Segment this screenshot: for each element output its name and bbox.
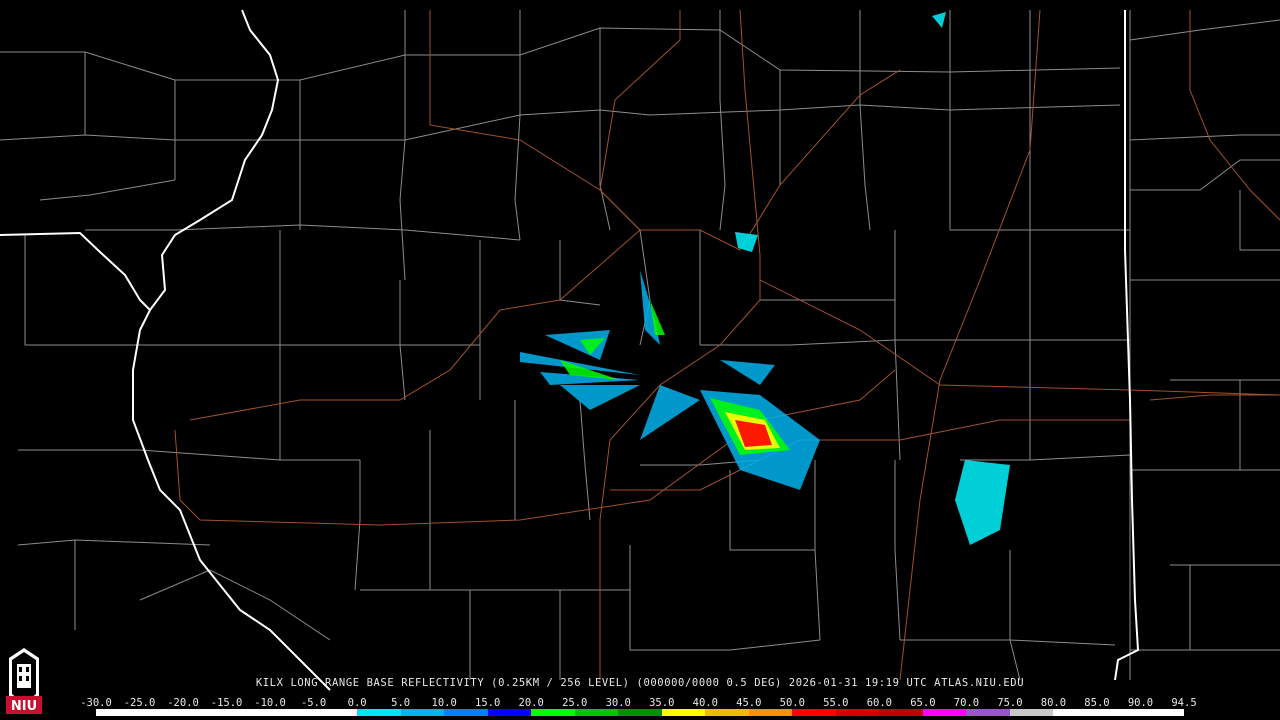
scale-label: 45.0	[736, 697, 762, 709]
reflectivity-colorbar	[96, 709, 1184, 716]
colorbar-segment	[487, 709, 532, 716]
colorbar-segment	[313, 709, 358, 716]
scale-label: 30.0	[605, 697, 631, 709]
niu-logo: NIU	[6, 648, 42, 714]
svg-text:NIU: NIU	[11, 699, 37, 714]
colorbar-segment	[357, 709, 401, 716]
colorbar-segment	[96, 709, 140, 716]
colorbar-segment	[270, 709, 314, 716]
colorbar-segment	[574, 709, 619, 716]
colorbar-segment	[922, 709, 967, 716]
scale-label: 15.0	[475, 697, 501, 709]
product-caption: KILX LONG RANGE BASE REFLECTIVITY (0.25K…	[255, 677, 1025, 689]
colorbar-segment	[1096, 709, 1141, 716]
scale-label: 80.0	[1040, 697, 1067, 709]
scale-label: 20.0	[518, 697, 544, 709]
colorbar-segment	[531, 709, 575, 716]
colorbar-segment	[618, 709, 662, 716]
scale-label: -10.0	[254, 697, 286, 709]
colorbar-segment	[661, 709, 706, 716]
scale-label: 50.0	[779, 697, 805, 709]
colorbar-segment	[139, 709, 184, 716]
colorbar-segment	[1009, 709, 1054, 716]
colorbar-segment	[966, 709, 1010, 716]
scale-label: 0.0	[347, 697, 367, 709]
scale-label: -15.0	[210, 697, 243, 709]
radar-echoes	[520, 12, 1010, 545]
colorbar-segment	[183, 709, 227, 716]
scale-label: 35.0	[649, 697, 675, 709]
scale-label: 10.0	[431, 697, 457, 709]
reflectivity-scale-labels: -30.0 -25.0 -20.0 -15.0 -10.0 -5.0 0.0 5.0 10.0 1…	[80, 697, 1197, 709]
scale-label: 25.0	[562, 697, 588, 709]
colorbar-segment	[879, 709, 923, 716]
scale-label: 85.0	[1084, 697, 1110, 709]
colorbar-segment	[400, 709, 445, 716]
county-boundaries	[0, 10, 1280, 681]
colorbar-segment	[1053, 709, 1097, 716]
scale-label: 90.0	[1127, 697, 1154, 709]
scale-label: -30.0	[80, 697, 112, 709]
scale-label: 94.5	[1171, 697, 1197, 709]
scale-label: 75.0	[997, 697, 1023, 709]
scale-label: -5.0	[300, 697, 327, 709]
colorbar-segment	[835, 709, 880, 716]
scale-label: -20.0	[167, 697, 199, 709]
colorbar-segment	[705, 709, 749, 716]
scale-label: -25.0	[123, 697, 156, 709]
scale-label: 65.0	[910, 697, 936, 709]
scale-label: 5.0	[391, 697, 411, 709]
colorbar-segment	[748, 709, 793, 716]
scale-label: 60.0	[866, 697, 893, 709]
scale-label: 70.0	[953, 697, 980, 709]
radar-map	[0, 9, 1280, 691]
colorbar-segment	[1140, 709, 1184, 716]
colorbar-segment	[226, 709, 271, 716]
colorbar-segment	[444, 709, 488, 716]
scale-label: 40.0	[692, 697, 718, 709]
scale-label: 55.0	[823, 697, 849, 709]
colorbar-segment	[792, 709, 836, 716]
